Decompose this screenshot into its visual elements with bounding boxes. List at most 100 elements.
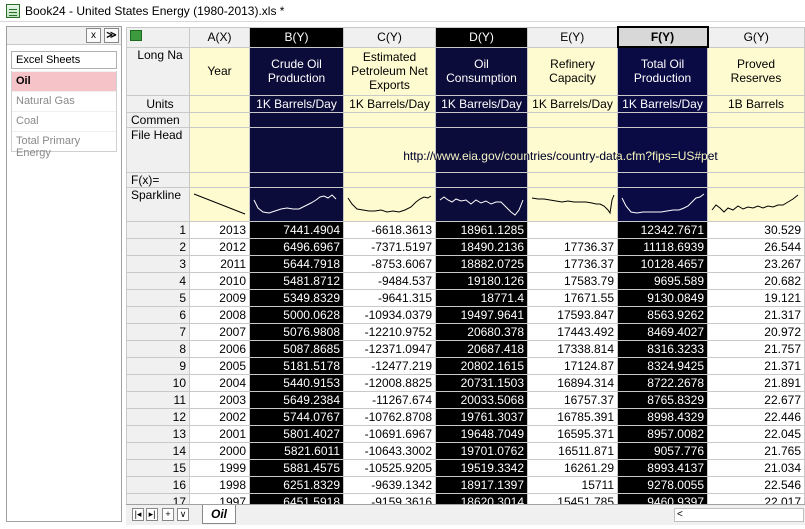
cell-year[interactable]: 1998 [189,475,250,494]
formula-cell[interactable] [343,171,436,188]
cell-net-exports[interactable]: -8753.6067 [343,254,436,273]
row-number[interactable]: 10 [126,373,190,392]
cell-reserves[interactable]: 22.017 [707,492,805,504]
cell-year[interactable]: 2008 [189,305,250,324]
cell-refinery[interactable]: 17443.492 [527,322,618,341]
file-header-cell[interactable] [249,126,344,173]
sheet-item-total-primary-energy[interactable]: Total Primary Energy [12,131,116,159]
table-row[interactable]: 3 2011 5644.7918 -8753.6067 18882.0725 17736.… [126,254,805,273]
comment-cell[interactable] [189,111,250,128]
cell-net-exports[interactable]: -11267.674 [343,390,436,409]
cell-crude-oil[interactable]: 6496.6967 [249,237,344,256]
units-crude-oil[interactable]: 1K Barrels/Day [249,94,344,113]
cell-oil-consumption[interactable]: 18917.1397 [435,475,528,494]
table-row[interactable]: 16 1998 6251.8329 -9639.1342 18917.1397 15711… [126,475,805,494]
cell-year[interactable]: 2012 [189,237,250,256]
cell-net-exports[interactable]: -12210.9752 [343,322,436,341]
cell-year[interactable]: 2001 [189,424,250,443]
units-oil-consumption[interactable]: 1K Barrels/Day [435,94,528,113]
units-year[interactable] [189,94,250,113]
cell-total-oil[interactable]: 8957.0082 [617,424,708,443]
cell-net-exports[interactable]: -12008.8825 [343,373,436,392]
cell-year[interactable]: 2005 [189,356,250,375]
cell-year[interactable]: 2002 [189,407,250,426]
row-number[interactable]: 3 [126,254,190,273]
cell-total-oil[interactable]: 8316.3233 [617,339,708,358]
cell-net-exports[interactable]: -10525.9205 [343,458,436,477]
cell-refinery[interactable]: 16757.37 [527,390,618,409]
column-header-a[interactable]: A(X) [189,26,250,48]
cell-crude-oil[interactable]: 5644.7918 [249,254,344,273]
cell-reserves[interactable]: 21.765 [707,441,805,460]
add-sheet-button[interactable]: + [162,508,174,521]
cell-crude-oil[interactable]: 5481.8712 [249,271,344,290]
column-header-d[interactable]: D(Y) [435,26,528,48]
formula-cell[interactable] [527,171,618,188]
sparkline-crude-oil[interactable] [249,186,344,222]
comment-cell[interactable] [343,111,436,128]
row-label-long-name[interactable]: Long Na [126,46,190,96]
row-number[interactable]: 17 [126,492,190,504]
cell-total-oil[interactable]: 8563.9262 [617,305,708,324]
cell-oil-consumption[interactable]: 18620.3014 [435,492,528,504]
sparkline-reserves[interactable] [707,186,805,222]
row-label-sparkline[interactable]: Sparkline [126,186,190,222]
row-label-fx[interactable]: F(x)= [126,171,190,188]
cell-net-exports[interactable]: -10691.6967 [343,424,436,443]
sparkline-net-exports[interactable] [343,186,436,222]
column-header-b[interactable]: B(Y) [249,26,344,48]
row-number[interactable]: 6 [126,305,190,324]
cell-oil-consumption[interactable]: 19519.3342 [435,458,528,477]
cell-total-oil[interactable]: 9057.776 [617,441,708,460]
table-row[interactable]: 4 2010 5481.8712 -9484.537 19180.126 17583.79… [126,271,805,290]
cell-net-exports[interactable]: -9159.3616 [343,492,436,504]
cell-reserves[interactable]: 26.544 [707,237,805,256]
select-all-corner[interactable] [126,26,190,48]
file-header-cell[interactable] [617,126,708,173]
long-name-crude-oil[interactable]: Crude Oil Production [249,46,344,96]
row-number[interactable]: 1 [126,220,190,239]
cell-net-exports[interactable]: -10762.8708 [343,407,436,426]
expand-panel-button[interactable]: ≫ [104,28,119,43]
cell-oil-consumption[interactable]: 20731.1503 [435,373,528,392]
sparkline-refinery[interactable] [527,186,618,222]
row-number[interactable]: 11 [126,390,190,409]
cell-reserves[interactable]: 20.682 [707,271,805,290]
long-name-refinery[interactable]: Refinery Capacity [527,46,618,96]
table-row[interactable]: 11 2003 5649.2384 -11267.674 20033.5068 16757… [126,390,805,409]
cell-crude-oil[interactable]: 5440.9153 [249,373,344,392]
cell-total-oil[interactable]: 8993.4137 [617,458,708,477]
cell-net-exports[interactable]: -6618.3613 [343,220,436,239]
units-reserves[interactable]: 1B Barrels [707,94,805,113]
file-header-cell[interactable] [189,126,250,173]
table-row[interactable]: 5 2009 5349.8329 -9641.315 18771.4 17671.55 91… [126,288,805,307]
cell-crude-oil[interactable]: 5181.5178 [249,356,344,375]
cell-crude-oil[interactable]: 6451.5918 [249,492,344,504]
cell-year[interactable]: 2011 [189,254,250,273]
table-row[interactable]: 14 2000 5821.6011 -10643.3002 19701.0762 1651… [126,441,805,460]
cell-reserves[interactable]: 21.034 [707,458,805,477]
cell-year[interactable]: 2013 [189,220,250,239]
cell-total-oil[interactable]: 8998.4329 [617,407,708,426]
row-number[interactable]: 15 [126,458,190,477]
cell-reserves[interactable]: 19.121 [707,288,805,307]
units-net-exports[interactable]: 1K Barrels/Day [343,94,436,113]
cell-total-oil[interactable]: 9695.589 [617,271,708,290]
formula-cell[interactable] [189,171,250,188]
cell-oil-consumption[interactable]: 20680.378 [435,322,528,341]
cell-net-exports[interactable]: -9639.1342 [343,475,436,494]
comment-cell[interactable] [435,111,528,128]
cell-net-exports[interactable]: -10643.3002 [343,441,436,460]
cell-refinery[interactable]: 16894.314 [527,373,618,392]
cell-refinery[interactable]: 17736.37 [527,254,618,273]
table-row[interactable]: 8 2006 5087.8685 -12371.0947 20687.418 17338.… [126,339,805,358]
cell-year[interactable]: 1999 [189,458,250,477]
row-label-units[interactable]: Units [126,94,190,113]
cell-refinery[interactable]: 17124.87 [527,356,618,375]
row-number[interactable]: 2 [126,237,190,256]
table-row[interactable]: 15 1999 5881.4575 -10525.9205 19519.3342 1626… [126,458,805,477]
cell-crude-oil[interactable]: 5087.8685 [249,339,344,358]
cell-crude-oil[interactable]: 5801.4027 [249,424,344,443]
sheet-tab-oil[interactable]: Oil [202,505,237,524]
column-header-f[interactable]: F(Y) [616,26,709,48]
